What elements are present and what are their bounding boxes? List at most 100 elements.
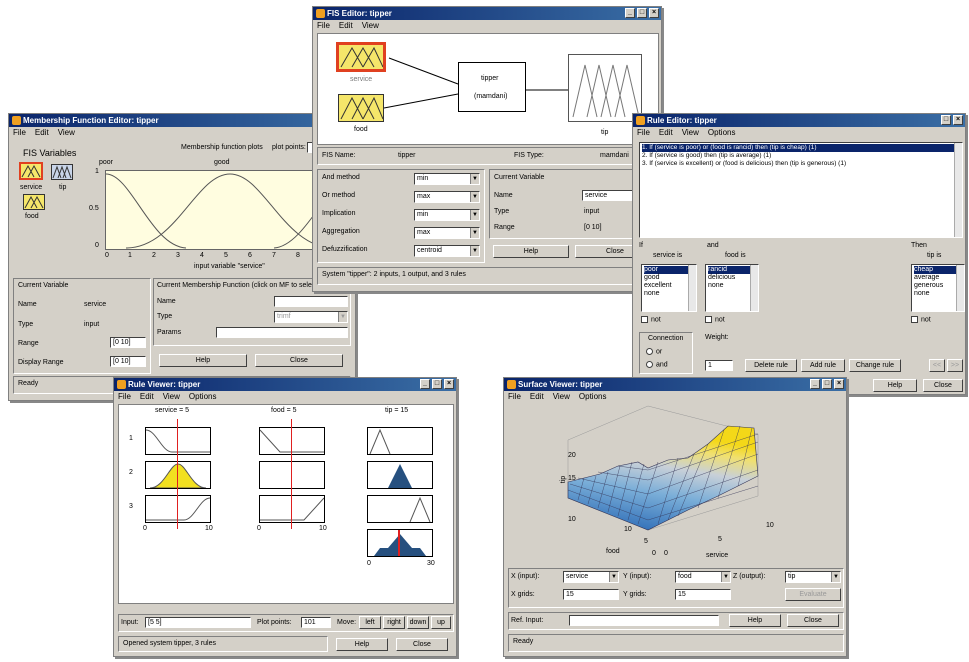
or-radio[interactable]: or — [646, 348, 662, 355]
menu-file[interactable]: File — [118, 392, 131, 401]
food-listbox[interactable]: rancid delicious none — [705, 264, 759, 312]
close-icon[interactable]: × — [953, 115, 963, 125]
y-input-dropdown[interactable]: food ▼ — [675, 571, 731, 583]
menu-options[interactable]: Options — [189, 392, 217, 401]
menu-edit[interactable]: Edit — [140, 392, 154, 401]
scrollbar[interactable] — [956, 265, 964, 311]
close-icon[interactable]: × — [444, 379, 454, 389]
move-left-button[interactable]: left — [359, 616, 381, 629]
menu-edit[interactable]: Edit — [339, 21, 353, 30]
list-item[interactable]: cheap — [914, 266, 962, 274]
tip-listbox[interactable]: cheap average generous none — [911, 264, 965, 312]
input-field[interactable]: [5 5] — [145, 617, 251, 628]
aggregation-dropdown[interactable]: max ▼ — [414, 227, 480, 239]
food-variable-icon[interactable] — [23, 194, 45, 210]
list-item[interactable]: none — [708, 282, 756, 290]
menu-view[interactable]: View — [163, 392, 180, 401]
plot-points-field[interactable]: 101 — [301, 617, 331, 628]
menu-edit[interactable]: Edit — [659, 128, 673, 137]
mf-type-dropdown[interactable]: trimf ▼ — [274, 311, 348, 323]
rule-title-bar[interactable]: Rule Editor: tipper □ × — [633, 114, 965, 127]
menu-options[interactable]: Options — [708, 128, 736, 137]
tip-output-block[interactable] — [568, 54, 642, 122]
rv-close-button[interactable]: Close — [396, 638, 448, 651]
mf-title-bar[interactable]: Membership Function Editor: tipper — [9, 114, 355, 127]
next-rule-button[interactable]: >> — [947, 359, 963, 372]
menu-file[interactable]: File — [317, 21, 330, 30]
range-field[interactable]: [0 10] — [110, 337, 146, 348]
menu-options[interactable]: Options — [579, 392, 607, 401]
maximize-icon[interactable]: □ — [822, 379, 832, 389]
x-input-dropdown[interactable]: service ▼ — [563, 571, 619, 583]
service-variable-icon[interactable] — [19, 162, 43, 180]
maximize-icon[interactable]: □ — [637, 8, 647, 18]
evaluate-button[interactable]: Evaluate — [785, 588, 841, 601]
fis-help-button[interactable]: Help — [493, 245, 569, 258]
z-output-dropdown[interactable]: tip ▼ — [785, 571, 841, 583]
rv-plot-area[interactable]: service = 5 food = 5 tip = 15 1 2 3 0 10… — [118, 404, 454, 604]
y-grids-field[interactable]: 15 — [675, 589, 731, 600]
surface-plot-area[interactable]: 20 15 10 tip 10 5 0 0 5 10 food service — [508, 404, 844, 559]
sv-help-button[interactable]: Help — [729, 614, 781, 627]
list-item[interactable]: none — [644, 290, 694, 298]
and-radio[interactable]: and — [646, 361, 668, 368]
ref-input-field[interactable] — [569, 615, 719, 626]
scrollbar[interactable] — [750, 265, 758, 311]
close-icon[interactable]: × — [649, 8, 659, 18]
mf-name-field[interactable] — [274, 296, 348, 307]
menu-edit[interactable]: Edit — [530, 392, 544, 401]
display-range-field[interactable]: [0 10] — [110, 356, 146, 367]
fis-title-bar[interactable]: FIS Editor: tipper _ □ × — [313, 7, 661, 20]
delete-rule-button[interactable]: Delete rule — [745, 359, 797, 372]
move-up-button[interactable]: up — [431, 616, 451, 629]
maximize-icon[interactable]: □ — [941, 115, 951, 125]
menu-file[interactable]: File — [637, 128, 650, 137]
menu-view[interactable]: View — [682, 128, 699, 137]
minimize-icon[interactable]: _ — [810, 379, 820, 389]
rules-list[interactable]: 1. If (service is poor) or (food is ranc… — [639, 142, 963, 238]
list-item[interactable]: excellent — [644, 282, 694, 290]
rule-help-button[interactable]: Help — [873, 379, 917, 392]
service-not-checkbox[interactable]: not — [641, 316, 661, 323]
minimize-icon[interactable]: _ — [625, 8, 635, 18]
menu-file[interactable]: File — [13, 128, 26, 137]
minimize-icon[interactable]: _ — [420, 379, 430, 389]
x-grids-field[interactable]: 15 — [563, 589, 619, 600]
rule-close-button[interactable]: Close — [923, 379, 963, 392]
rule-item[interactable]: 2. If (service is good) then (tip is ave… — [642, 152, 960, 160]
implication-dropdown[interactable]: min ▼ — [414, 209, 480, 221]
change-rule-button[interactable]: Change rule — [849, 359, 901, 372]
sv-title-bar[interactable]: Surface Viewer: tipper _ □ × — [504, 378, 846, 391]
list-item[interactable]: rancid — [708, 266, 756, 274]
and-method-dropdown[interactable]: min ▼ — [414, 173, 480, 185]
menu-file[interactable]: File — [508, 392, 521, 401]
close-icon[interactable]: × — [834, 379, 844, 389]
menu-view[interactable]: View — [362, 21, 379, 30]
scrollbar[interactable] — [688, 265, 696, 311]
mf-params-field[interactable] — [216, 327, 348, 338]
mf-close-button[interactable]: Close — [255, 354, 343, 367]
rv-title-bar[interactable]: Rule Viewer: tipper _ □ × — [114, 378, 456, 391]
sv-close-button[interactable]: Close — [787, 614, 839, 627]
weight-field[interactable]: 1 — [705, 360, 733, 371]
add-rule-button[interactable]: Add rule — [801, 359, 845, 372]
food-input-marker[interactable] — [291, 419, 292, 529]
list-item[interactable]: poor — [644, 266, 694, 274]
fis-system-block[interactable]: tipper (mamdani) — [458, 62, 526, 112]
move-down-button[interactable]: down — [407, 616, 429, 629]
rule-item[interactable]: 3. If (service is excellent) or (food is… — [642, 160, 960, 168]
defuzz-dropdown[interactable]: centroid ▼ — [414, 245, 480, 257]
menu-edit[interactable]: Edit — [35, 128, 49, 137]
list-item[interactable]: generous — [914, 282, 962, 290]
move-right-button[interactable]: right — [383, 616, 405, 629]
tip-not-checkbox[interactable]: not — [911, 316, 931, 323]
service-listbox[interactable]: poor good excellent none — [641, 264, 697, 312]
list-item[interactable]: average — [914, 274, 962, 282]
menu-view[interactable]: View — [58, 128, 75, 137]
rule-item[interactable]: 1. If (service is poor) or (food is ranc… — [642, 144, 960, 152]
mf-help-button[interactable]: Help — [159, 354, 247, 367]
maximize-icon[interactable]: □ — [432, 379, 442, 389]
list-item[interactable]: none — [914, 290, 962, 298]
or-method-dropdown[interactable]: max ▼ — [414, 191, 480, 203]
tip-variable-icon[interactable] — [51, 164, 73, 180]
